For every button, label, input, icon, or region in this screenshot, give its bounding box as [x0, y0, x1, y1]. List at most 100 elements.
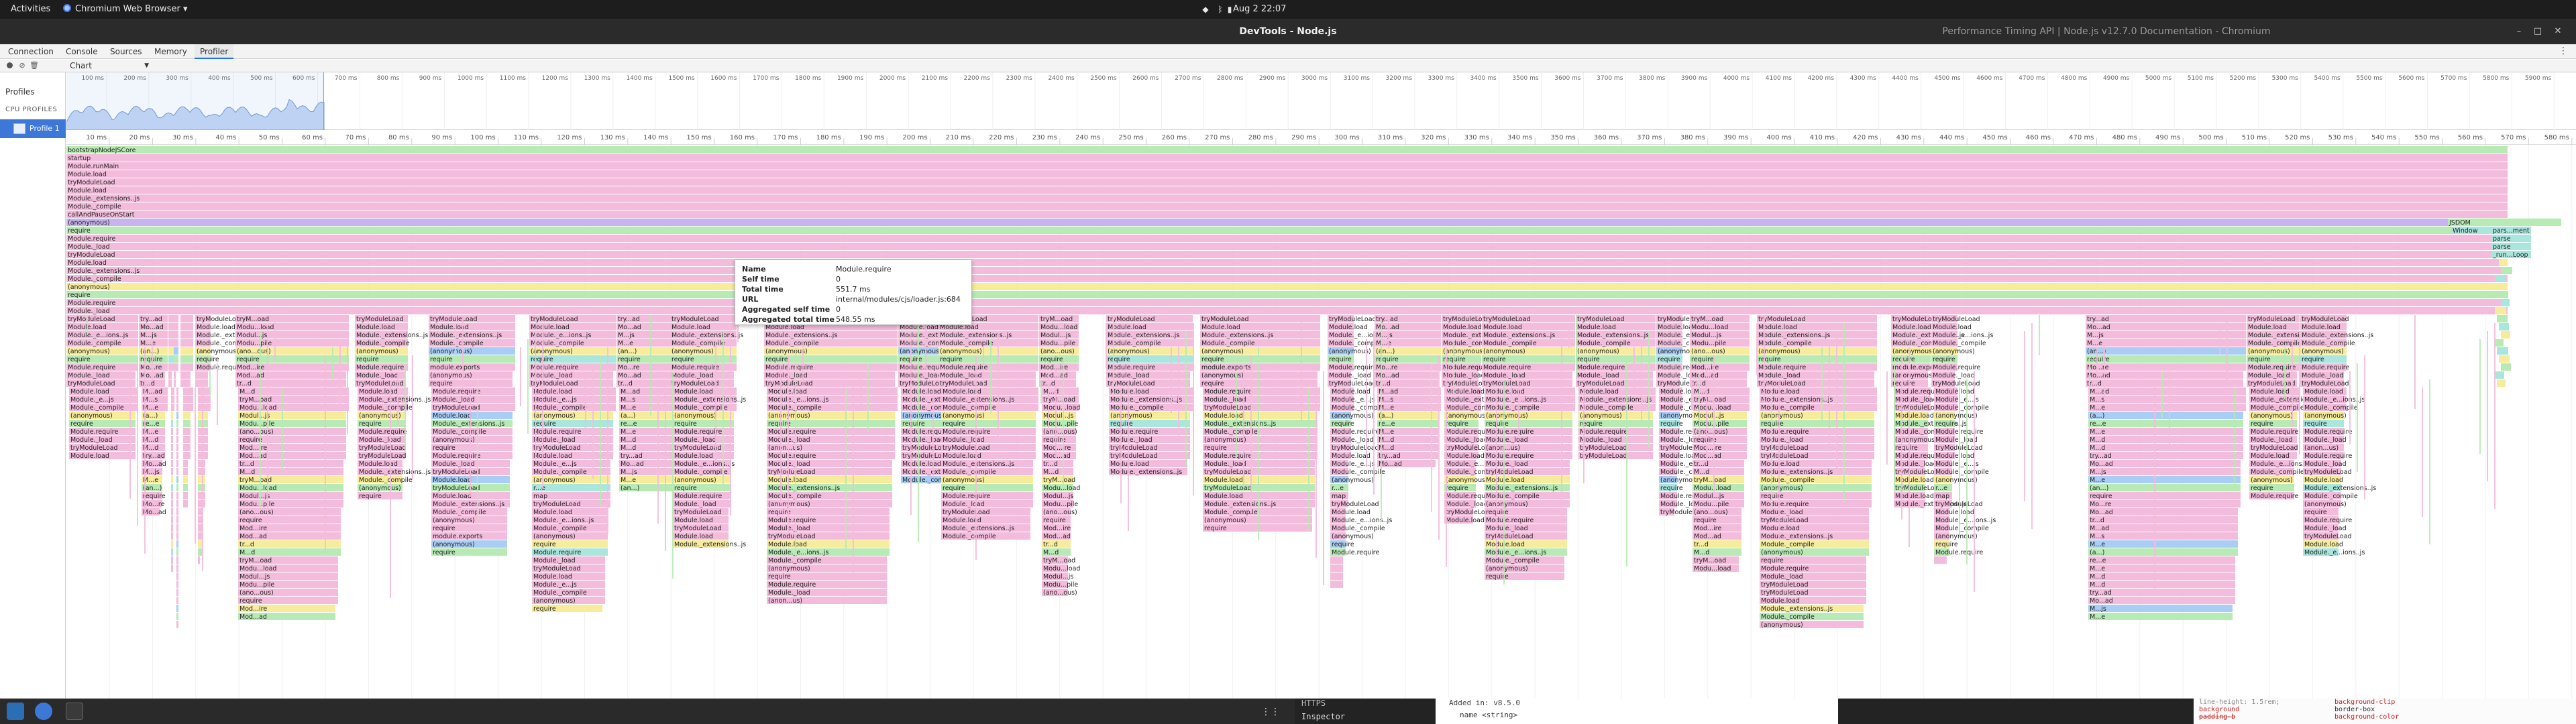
svg-text:Module._load: Module._load: [533, 436, 576, 444]
tab-profiler[interactable]: Profiler: [195, 44, 234, 59]
svg-text:tryM...oad: tryM...oad: [237, 316, 269, 323]
flame-frame-top: (anonymous): [66, 219, 2508, 227]
flame-frame: tr...d: [1690, 379, 1747, 387]
flame-frame: tryModuleLoad: [938, 379, 1036, 387]
flame-frame: (anonymous): [1760, 548, 1869, 556]
overview-tick-label: 1100 ms: [500, 75, 527, 82]
tab-console[interactable]: Console: [60, 44, 103, 59]
trash-icon[interactable]: 🗑: [30, 61, 39, 70]
flame-frame: Module.require: [1203, 452, 1318, 460]
tab-sources[interactable]: Sources: [105, 44, 147, 59]
svg-text:require: require: [1933, 356, 1955, 363]
svg-text:Mod...ire: Mod...ire: [239, 444, 267, 452]
flame-frame: [176, 572, 178, 580]
flame-sliver: [325, 355, 326, 553]
flame-frame: M...js: [2086, 331, 2246, 339]
svg-text:Module._compile: Module._compile: [2248, 340, 2302, 347]
flame-frame: tr...d: [1375, 379, 1438, 387]
svg-text:Module.require: Module.require: [1758, 364, 1806, 371]
svg-text:Module.load: Module.load: [1110, 388, 1149, 396]
flame-frame: [176, 508, 178, 516]
svg-text:Module.require: Module.require: [768, 581, 816, 589]
more-options-icon[interactable]: ⋮: [2559, 46, 2568, 56]
flame-frame-top: require: [66, 227, 2508, 235]
flame-frame: (anonymous): [355, 347, 408, 355]
flame-frame: require: [358, 492, 402, 500]
svg-text:try...ad: try...ad: [2090, 452, 2112, 460]
flame-frame: require: [2300, 355, 2347, 363]
flame-frame: (anonymous): [2303, 500, 2347, 508]
svg-text:(anonymous): (anonymous): [765, 348, 808, 355]
flame-frame: [168, 355, 174, 363]
app-menu[interactable]: Chromium Web Browser ▾: [63, 4, 187, 14]
ruler-tick-label: 160 ms: [730, 134, 755, 141]
svg-text:M...d: M...d: [2090, 444, 2105, 452]
svg-text:r...e: r...e: [533, 485, 545, 492]
svg-text:Modul...js: Modul...js: [239, 412, 270, 420]
flame-frame: Module._compile: [1760, 613, 1864, 621]
flame-frame: require: [431, 444, 513, 452]
maximize-icon[interactable]: □: [2533, 27, 2542, 36]
vscode-icon[interactable]: [7, 703, 24, 720]
svg-text:tryModuleLoad: tryModuleLoad: [356, 316, 404, 323]
flame-frame: Module._load: [1934, 436, 1978, 444]
show-apps-icon[interactable]: ⋮⋮: [1261, 707, 1280, 717]
flame-frame: tryM...oad: [1042, 556, 1075, 564]
terminal-icon[interactable]: [66, 703, 83, 720]
record-icon[interactable]: [5, 61, 15, 70]
flame-frame: (anonymous): [1444, 476, 1488, 484]
flame-frame: Module.load: [1757, 323, 1877, 331]
svg-text:Modul...js: Modul...js: [1043, 412, 1073, 420]
flame-sliver: [2234, 387, 2235, 490]
flame-frame: Module.load: [1442, 323, 1482, 331]
flame-sliver: [600, 355, 601, 506]
flame-frame: [198, 500, 205, 507]
close-icon[interactable]: ✕: [2553, 27, 2563, 36]
svg-text:tryModuleLoad: tryModuleLoad: [356, 380, 404, 387]
flame-frame: require: [1760, 492, 1872, 500]
svg-text:Modul...js: Modul...js: [237, 332, 267, 339]
svg-text:require: require: [433, 525, 455, 532]
flame-frame: M...d: [1693, 468, 1744, 476]
flame-frame: Module._extensions..js: [1576, 331, 1656, 339]
flame-sliver: [715, 339, 716, 461]
bg-text-name: name <string>: [1460, 711, 1518, 719]
flame-frame: Module._compile: [670, 339, 737, 347]
flame-frame: tr...d: [2086, 379, 2243, 387]
tab-memory[interactable]: Memory: [149, 44, 193, 59]
flame-frame: (anonymous): [1485, 500, 1570, 508]
flame-frame: Modul...js: [1042, 572, 1073, 581]
flame-frame: tr...d: [235, 379, 346, 387]
svg-text:Module._compile: Module._compile: [1201, 340, 1255, 347]
minimize-icon[interactable]: –: [2514, 27, 2524, 36]
overview-tick-label: 3800 ms: [1639, 75, 1666, 82]
svg-text:(anonymous): (anonymous): [1892, 348, 1935, 355]
activities-button[interactable]: Activities: [11, 4, 50, 14]
flame-sliver: [1258, 347, 1259, 540]
flame-frame: [183, 436, 191, 443]
svg-text:M...js: M...js: [621, 469, 637, 476]
flame-frame: require: [1444, 420, 1479, 428]
timeline-overview[interactable]: 100 ms 200 ms 300 ms 400 ms 500 ms 600 ms 700 …: [66, 72, 2576, 130]
svg-text:Module.require: Module.require: [943, 493, 990, 500]
flame-chart[interactable]: bootstrapNodeJSCore startup Module.runMain…: [66, 145, 2576, 699]
tab-connection[interactable]: Connection: [3, 44, 59, 59]
overview-selection-window[interactable]: [66, 72, 324, 130]
flame-frame: Module._load: [767, 524, 890, 532]
svg-text:M...js: M...js: [2090, 469, 2106, 476]
svg-text:tryModuleLoad: tryModuleLoad: [1761, 589, 1809, 597]
chromium-dock-icon[interactable]: [35, 703, 52, 720]
clear-icon[interactable]: ⊘: [17, 61, 27, 70]
svg-text:Module._compile: Module._compile: [356, 340, 410, 347]
flame-frame: tryModuleLoad: [1328, 315, 1377, 323]
flame-frame: tr...d: [1693, 460, 1744, 468]
flame-frame-parse: parse: [2491, 235, 2531, 243]
svg-text:tryModuleLoad: tryModuleLoad: [2251, 444, 2298, 452]
profile-item[interactable]: Profile 1: [0, 119, 66, 138]
svg-text:(anonymous): (anonymous): [197, 348, 239, 355]
flame-frame: Module._compile: [1934, 404, 1989, 412]
flame-sliver: [2299, 331, 2300, 455]
tooltip-row-name: Name Module.require: [742, 264, 965, 274]
overview-tick-label: 4500 ms: [1934, 75, 1961, 82]
view-mode-select[interactable]: Chart ▼: [70, 60, 152, 71]
